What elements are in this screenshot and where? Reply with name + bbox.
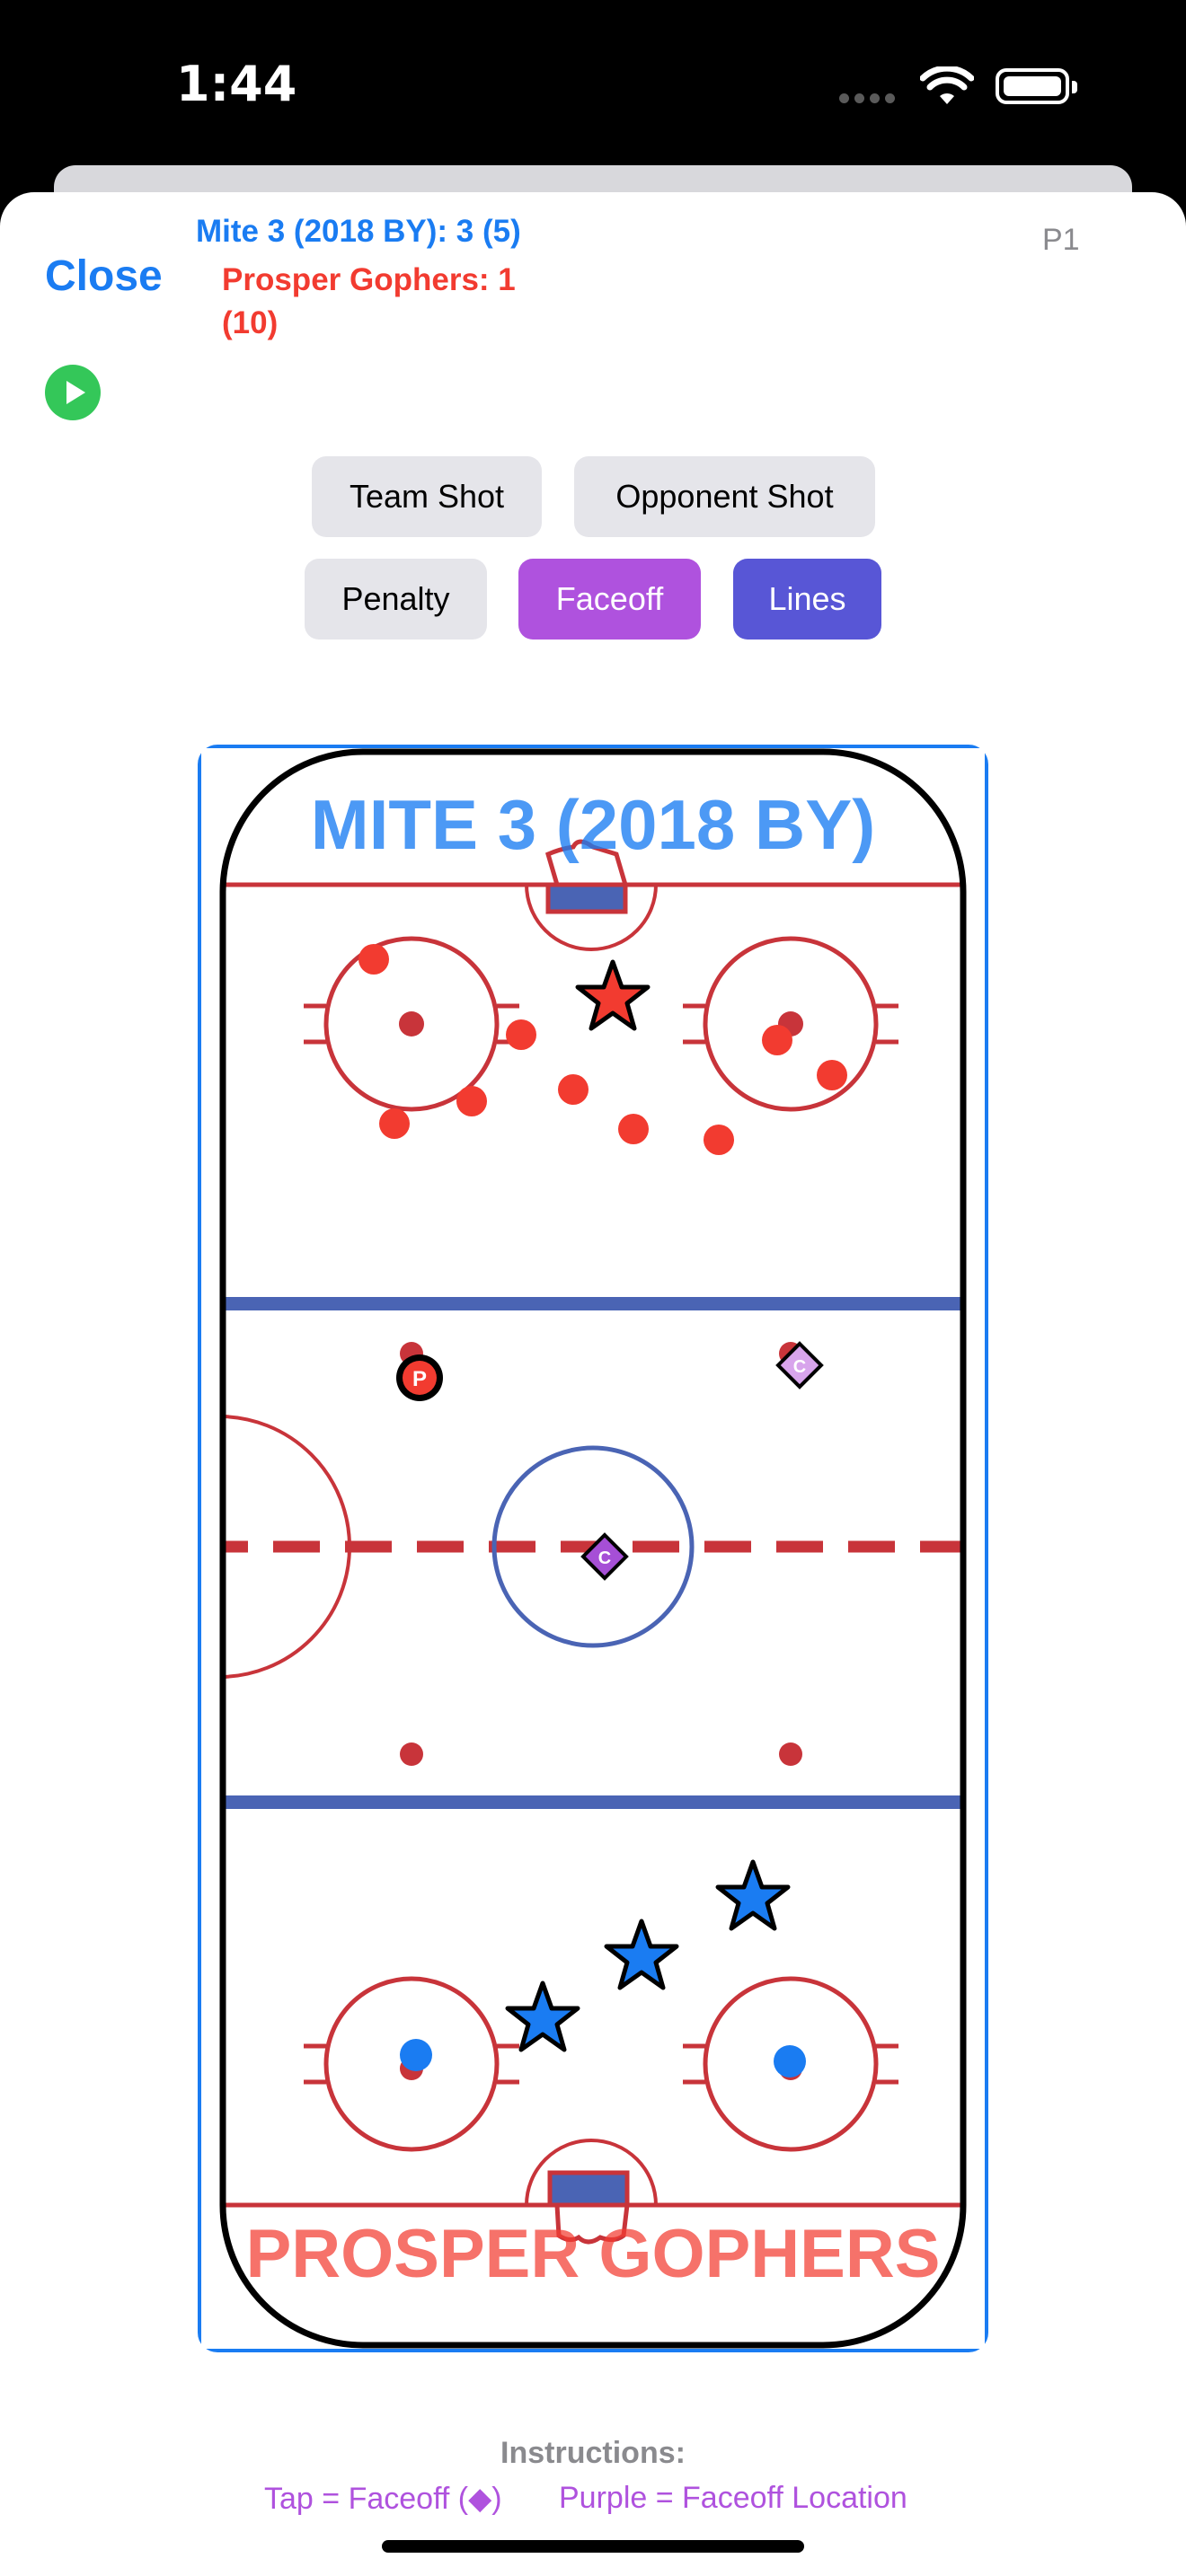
close-button[interactable]: Close	[45, 251, 163, 301]
opponent-shot-dot	[456, 1086, 487, 1116]
opponent-shot-dot	[704, 1125, 734, 1155]
status-bar: 1:44	[0, 0, 1186, 180]
opponent-shot-dot	[558, 1074, 589, 1105]
team-shot-dot	[774, 2045, 806, 2078]
purple-hint: Purple = Faceoff Location	[559, 2481, 907, 2515]
penalty-marker: P	[396, 1354, 443, 1401]
opponent-score: Prosper Gophers: 1 (10)	[222, 262, 516, 340]
faceoff-button[interactable]: Faceoff	[518, 559, 701, 640]
play-icon[interactable]	[45, 365, 101, 420]
team-shot-dot	[400, 2039, 432, 2071]
period-label: P1	[1042, 223, 1080, 257]
penalty-button[interactable]: Penalty	[305, 559, 487, 640]
rink[interactable]: P C C MITE 3 (2018 BY) PROSPER GOPHERS	[201, 748, 985, 2349]
svg-text:P: P	[412, 1367, 427, 1391]
opponent-shot-dot	[618, 1114, 649, 1144]
opponent-shot-dot	[506, 1019, 536, 1050]
team-shot-button[interactable]: Team Shot	[312, 456, 542, 537]
team-end-label: MITE 3 (2018 BY)	[311, 785, 876, 864]
opponent-end-label: PROSPER GOPHERS	[246, 2216, 941, 2292]
svg-text:C: C	[598, 1548, 611, 1568]
opponent-shot-dot	[379, 1108, 410, 1139]
wifi-icon	[920, 66, 974, 104]
battery-icon	[996, 68, 1077, 104]
opponent-shot-dot	[358, 944, 389, 975]
cellular-icon	[839, 92, 900, 108]
status-time: 1:44	[176, 56, 297, 112]
opponent-shot-dot	[817, 1060, 847, 1090]
instructions-heading: Instructions:	[500, 2436, 686, 2470]
lines-button[interactable]: Lines	[733, 559, 881, 640]
team-score: Mite 3 (2018 BY): 3 (5)	[196, 214, 521, 249]
svg-text:C: C	[793, 1357, 806, 1377]
opponent-shot-button[interactable]: Opponent Shot	[574, 456, 875, 537]
home-indicator[interactable]	[382, 2540, 804, 2553]
tap-hint: Tap = Faceoff (◆)	[264, 2482, 502, 2516]
opponent-shot-dot	[762, 1025, 792, 1055]
